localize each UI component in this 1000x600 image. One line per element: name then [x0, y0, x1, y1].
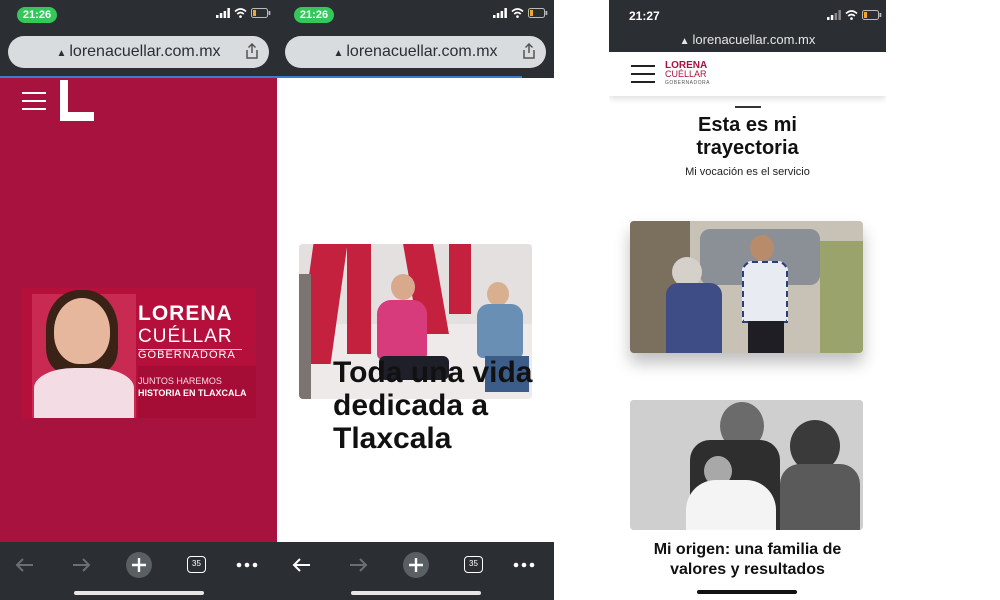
- url-text: lorenacuellar.com.mx: [69, 43, 221, 60]
- banner-name-last: CUÉLLAR: [138, 326, 233, 347]
- screen-trajectory: 21:27 ▲ lorenacuellar.com.mx LORENA CUÉLL…: [609, 0, 886, 600]
- banner-slogan-line1: JUNTOS HAREMOS: [138, 376, 222, 386]
- browser-bottom-bar: 35: [0, 542, 277, 600]
- status-time: 21:26: [294, 7, 334, 23]
- menu-icon[interactable]: [22, 92, 46, 116]
- brand-logo-icon: [60, 80, 94, 121]
- wifi-icon: [845, 10, 858, 20]
- signal-icon: [216, 8, 230, 18]
- address-bar[interactable]: ▲ lorenacuellar.com.mx: [609, 32, 886, 47]
- title-rule: [735, 106, 761, 108]
- screen-home: 21:26 ▲ lorenacuellar.com.mx LORENA CUÉLL…: [0, 0, 277, 600]
- campaign-banner[interactable]: LORENA CUÉLLAR GOBERNADORA JUNTOS HAREMO…: [22, 288, 256, 418]
- home-indicator: [73, 591, 204, 595]
- progress-line: [277, 76, 522, 78]
- url-text: lorenacuellar.com.mx: [346, 43, 498, 60]
- url-text: lorenacuellar.com.mx: [692, 32, 816, 47]
- banner-role: GOBERNADORA: [138, 349, 236, 361]
- menu-icon[interactable]: [631, 65, 655, 89]
- tab-count: 35: [187, 556, 206, 573]
- forward-arrow-icon[interactable]: [343, 550, 373, 580]
- home-indicator: [697, 590, 797, 594]
- site-header: LORENA CUÉLLAR GOBERNADORA: [609, 52, 886, 96]
- status-icons: [493, 8, 548, 18]
- site-logo[interactable]: LORENA CUÉLLAR GOBERNADORA: [665, 61, 710, 88]
- browser-top-bar: 21:26 ▲ lorenacuellar.com.mx: [0, 0, 277, 78]
- status-icons: [827, 10, 882, 20]
- battery-icon: [528, 8, 548, 18]
- share-icon[interactable]: [245, 43, 259, 59]
- forward-arrow-icon[interactable]: [66, 550, 96, 580]
- status-time: 21:27: [629, 9, 660, 23]
- tab-count: 35: [464, 556, 483, 573]
- home-indicator: [350, 591, 481, 595]
- photo-caption: Mi origen: una familia de valores y resu…: [653, 541, 842, 578]
- more-icon[interactable]: [509, 550, 539, 580]
- logo-line3: GOBERNADORA: [665, 80, 710, 86]
- battery-icon: [251, 8, 271, 18]
- banner-name-first: LORENA: [138, 302, 233, 325]
- signal-icon: [827, 10, 841, 20]
- browser-top-bar: 21:26 ▲ lorenacuellar.com.mx: [277, 0, 554, 78]
- new-tab-icon[interactable]: [401, 550, 431, 580]
- signal-icon: [493, 8, 507, 18]
- section-title: Esta es mi trayectoria: [696, 114, 799, 159]
- tabs-button[interactable]: 35: [182, 550, 212, 580]
- screen-story: 21:26 ▲ lorenacuellar.com.mx Toda una vid…: [277, 0, 554, 600]
- status-icons: [216, 8, 271, 18]
- back-arrow-icon[interactable]: [10, 550, 40, 580]
- progress-line: [0, 76, 277, 78]
- address-bar[interactable]: ▲ lorenacuellar.com.mx: [285, 36, 546, 68]
- new-tab-icon[interactable]: [124, 550, 154, 580]
- story-headline: Toda una vida dedicada a Tlaxcala: [333, 356, 533, 455]
- trajectory-photo-2[interactable]: [630, 400, 863, 530]
- tabs-button[interactable]: 35: [459, 550, 489, 580]
- lock-icon: ▲: [679, 36, 690, 47]
- lock-icon: ▲: [56, 48, 67, 59]
- browser-bottom-bar: 35: [277, 542, 554, 600]
- share-icon[interactable]: [522, 43, 536, 59]
- status-time: 21:26: [17, 7, 57, 23]
- back-arrow-icon[interactable]: [287, 550, 317, 580]
- lock-icon: ▲: [333, 48, 344, 59]
- wifi-icon: [234, 8, 247, 18]
- section-subtitle: Mi vocación es el servicio: [685, 166, 810, 178]
- candidate-photo: [22, 288, 138, 418]
- address-bar[interactable]: ▲ lorenacuellar.com.mx: [8, 36, 269, 68]
- more-icon[interactable]: [232, 550, 262, 580]
- battery-icon: [862, 10, 882, 20]
- banner-slogan-line2: HISTORIA EN TLAXCALA: [138, 388, 247, 398]
- wifi-icon: [511, 8, 524, 18]
- logo-line2: CUÉLLAR: [665, 69, 707, 79]
- trajectory-photo-1[interactable]: [630, 221, 863, 353]
- browser-top-bar: 21:27 ▲ lorenacuellar.com.mx: [609, 0, 886, 52]
